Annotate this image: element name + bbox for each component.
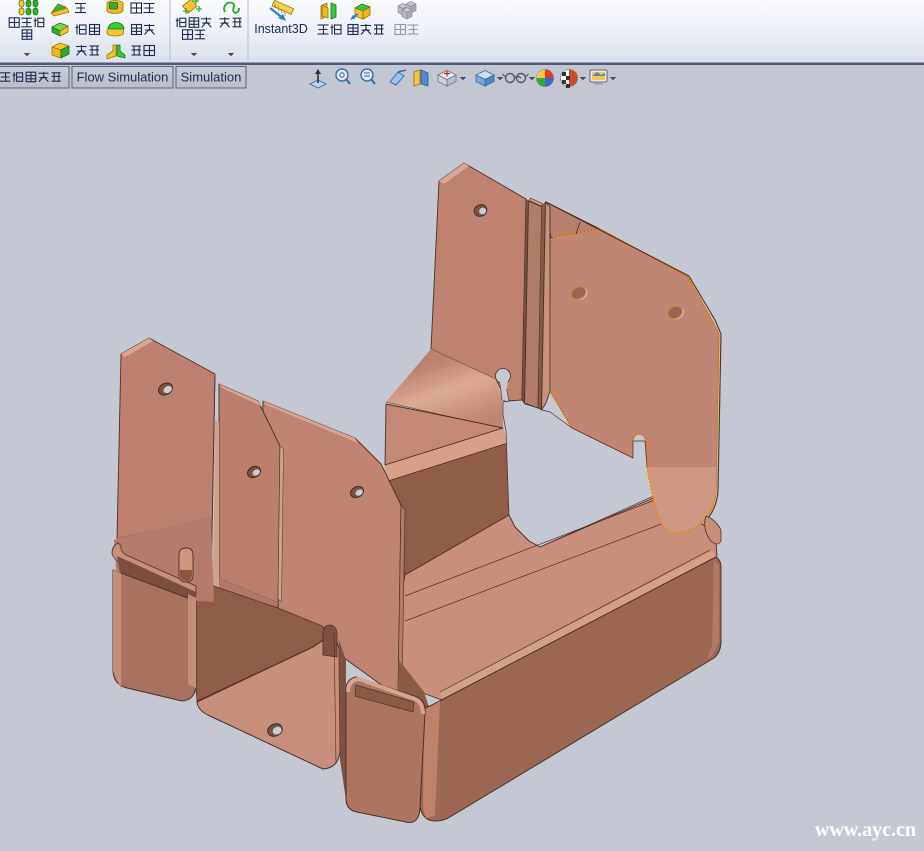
svg-text:Instant3D: Instant3D xyxy=(254,22,308,36)
svg-text:Flow Simulation: Flow Simulation xyxy=(77,70,169,85)
svg-text:www.ayc.cn: www.ayc.cn xyxy=(815,819,916,841)
svg-text:Simulation: Simulation xyxy=(181,70,242,85)
